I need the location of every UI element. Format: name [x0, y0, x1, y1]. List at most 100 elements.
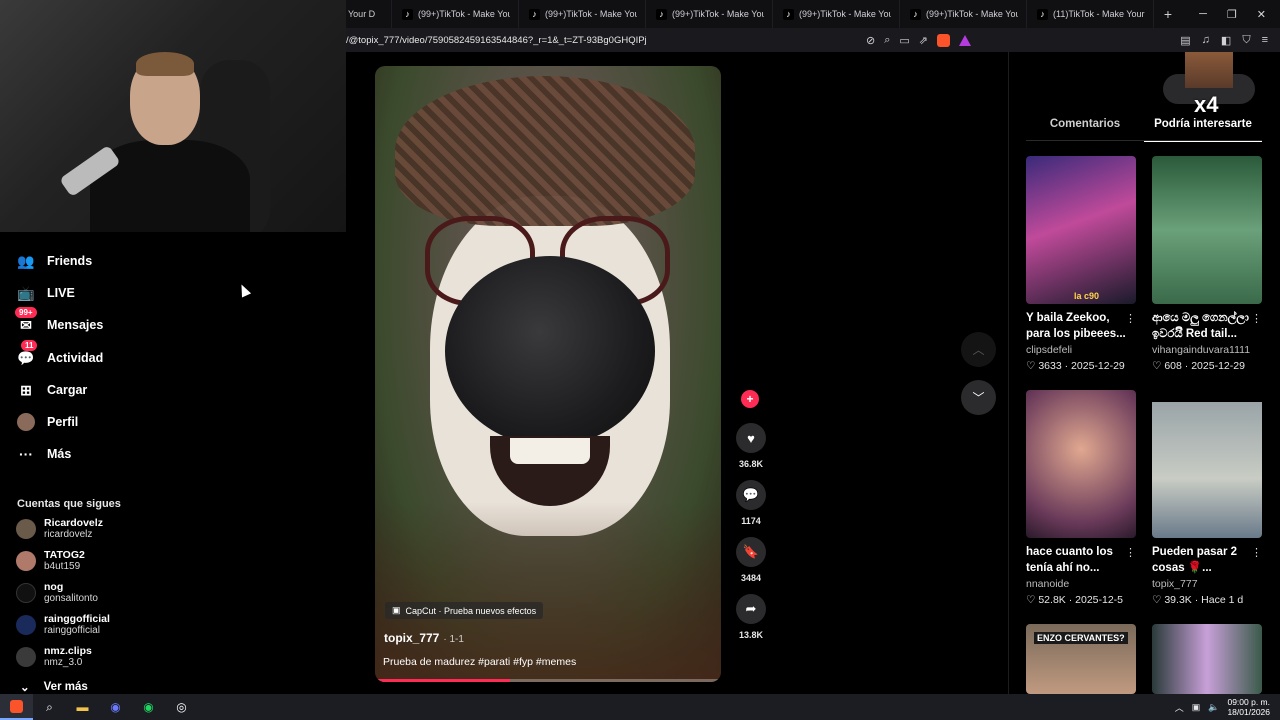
chevron-up-icon[interactable]: ︿ [1175, 701, 1184, 714]
brave-rewards-icon[interactable] [959, 34, 972, 46]
see-more-button[interactable]: ⌄ Ver más [20, 680, 88, 694]
recommended-card[interactable]: ENZO CERVANTES? [1026, 624, 1138, 694]
browser-tab[interactable]: Your D [346, 0, 392, 28]
zoom-icon[interactable]: ⌕ [884, 34, 890, 47]
comment-button[interactable]: 💬 1174 [733, 480, 769, 526]
following-item[interactable]: rainggofficial rainggofficial [16, 613, 110, 637]
clock[interactable]: 09:00 p. m. 18/01/2026 [1227, 697, 1270, 717]
cast-icon[interactable]: ▭ [899, 34, 909, 47]
card-author: vihangainduvara1111 [1152, 344, 1251, 356]
capcut-icon: ▣ [392, 605, 401, 615]
avatar [16, 551, 36, 571]
recommended-card[interactable] [1152, 624, 1264, 694]
browser-tab[interactable]: ♪ (99+)TikTok - Make Your D [646, 0, 773, 28]
video-author[interactable]: topix_777 · 1-1 [384, 631, 464, 645]
browser-tab[interactable]: ♪ (99+)TikTok - Make Your D [392, 0, 519, 28]
card-title: cosas 🌹... [1152, 562, 1212, 574]
recommended-card[interactable]: Pueden pasar 2 cosas 🌹... topix_777 ♡ 39… [1152, 390, 1264, 606]
browser-tab[interactable]: ♪ (99+)TikTok - Make Your D [900, 0, 1027, 28]
brave-taskbar-icon[interactable] [0, 694, 33, 720]
nav-activity[interactable]: 💬 11 Actividad [17, 340, 103, 367]
previous-video-button[interactable]: ︿ [961, 332, 996, 367]
no-tracking-icon[interactable]: ⊘ [866, 34, 875, 47]
card-title: tenía ahí no... [1026, 562, 1100, 574]
recommended-card[interactable]: ආයෙ මලු ගෙනල්ලා ඉවරයිි Red tail... vihan… [1152, 156, 1264, 372]
share-icon[interactable]: ⇗ [919, 34, 928, 47]
following-item[interactable]: Ricardovelz ricardovelz [16, 517, 103, 541]
more-options-icon[interactable]: ⋮ [1251, 312, 1262, 325]
following-item[interactable]: nmz.clips nmz_3.0 [16, 645, 92, 669]
like-count: 36.8K [738, 459, 764, 469]
obs-icon[interactable]: ◎ [165, 694, 198, 720]
nav-profile[interactable]: Perfil [17, 413, 78, 431]
avatar [16, 583, 36, 603]
menu-icon[interactable]: ≡ [1262, 34, 1268, 47]
reader-icon[interactable]: ▤ [1180, 34, 1190, 47]
brave-shields-icon[interactable] [937, 33, 951, 47]
overlay-face [1185, 52, 1233, 88]
more-options-icon[interactable]: ⋮ [1125, 546, 1136, 559]
nav-messages[interactable]: ✉ 99+ Mensajes [15, 307, 104, 334]
next-video-button[interactable]: ﹀ [961, 380, 996, 415]
share-button[interactable]: ➦ 13.8K [733, 594, 769, 640]
shield-icon[interactable]: ⛉ [1242, 34, 1250, 47]
browser-tab[interactable]: ♪ (99+)TikTok - Make Your D [519, 0, 646, 28]
media-icon[interactable]: ♫ [1202, 34, 1210, 47]
dog-nose [445, 256, 655, 446]
following-item[interactable]: nog gonsalitonto [16, 581, 98, 605]
sidebar-icon[interactable]: ◧ [1221, 34, 1231, 47]
more-options-icon[interactable]: ⋮ [1125, 312, 1136, 325]
comment-icon: 💬 [736, 480, 766, 510]
following-item[interactable]: TATOG2 b4ut159 [16, 549, 85, 573]
card-author: clipsdefeli [1026, 344, 1073, 356]
card-title: ඉවරයිි Red tail... [1152, 328, 1237, 340]
clock-time: 09:00 p. m. [1227, 697, 1270, 707]
tab-comments[interactable]: Comentarios [1026, 118, 1144, 142]
card-title: Pueden pasar 2 [1152, 546, 1238, 558]
browser-tab[interactable]: ♪ (99+)TikTok - Make Your D [773, 0, 900, 28]
discord-icon[interactable]: ◉ [99, 694, 132, 720]
save-count: 3484 [740, 573, 762, 583]
effect-label: CapCut · Prueba nuevos efectos [405, 605, 537, 616]
tiktok-icon: ♪ [1037, 8, 1048, 20]
nav-upload[interactable]: ⊞ Cargar [17, 381, 87, 399]
new-tab-button[interactable]: + [1154, 6, 1182, 22]
left-sidebar: 👥 Friends 📺 LIVE ✉ 99+ Mensajes 💬 11 Activ… [0, 232, 346, 694]
tab-title: (99+)TikTok - Make Your D [672, 9, 764, 19]
follow-plus-icon[interactable]: + [741, 390, 759, 408]
like-button[interactable]: ♥ 36.8K [733, 423, 769, 469]
account-handle: b4ut159 [44, 561, 81, 572]
avatar [16, 615, 36, 635]
see-more-label: Ver más [43, 681, 88, 693]
search-icon[interactable]: ⌕ [33, 694, 66, 720]
recommended-card[interactable]: la c90 Y baila Zeekoo, para los pibeees.… [1026, 156, 1138, 372]
nav-label: Mensajes [47, 318, 104, 332]
nav-more[interactable]: ··· Más [17, 445, 71, 463]
file-explorer-icon[interactable]: ▬ [66, 694, 99, 720]
nav-friends[interactable]: 👥 Friends [17, 252, 92, 270]
nav-live[interactable]: 📺 LIVE [17, 284, 75, 302]
close-icon[interactable]: ✕ [1257, 8, 1266, 21]
friends-icon: 👥 [17, 252, 35, 269]
capcut-effect-tag[interactable]: ▣ CapCut · Prueba nuevos efectos [385, 602, 544, 619]
card-likes: 52.8K [1038, 594, 1066, 606]
url-field[interactable]: /@topix_777/video/7590582459163544846?_r… [346, 35, 856, 46]
save-button[interactable]: 🔖 3484 [733, 537, 769, 583]
video-player[interactable]: ▣ CapCut · Prueba nuevos efectos topix_7… [375, 66, 721, 682]
card-title: ආයෙ මලු ගෙනල්ලා [1152, 312, 1249, 324]
restore-icon[interactable]: ❐ [1227, 8, 1237, 21]
video-progress-bar[interactable] [375, 679, 721, 682]
video-description: Prueba de madurez #parati #fyp #memes [383, 656, 577, 668]
bookmark-icon: 🔖 [736, 537, 766, 567]
tab-recommended[interactable]: Podría interesarte [1144, 118, 1262, 142]
browser-tab[interactable]: ♪ (11)TikTok - Make Your Da [1027, 0, 1154, 28]
volume-icon[interactable]: 🔈 [1208, 702, 1219, 713]
more-options-icon[interactable]: ⋮ [1251, 546, 1262, 559]
card-thumbnail [1152, 156, 1262, 304]
minimize-icon[interactable]: ─ [1199, 8, 1207, 21]
recommended-card[interactable]: hace cuanto los tenía ahí no... nnanoide… [1026, 390, 1138, 606]
card-title: Y baila Zeekoo, [1026, 312, 1110, 324]
spotify-icon[interactable]: ◉ [132, 694, 165, 720]
network-icon[interactable]: ▣ [1192, 702, 1201, 713]
card-meta: ♡ 39.3K · Hace 1 d [1152, 594, 1244, 606]
